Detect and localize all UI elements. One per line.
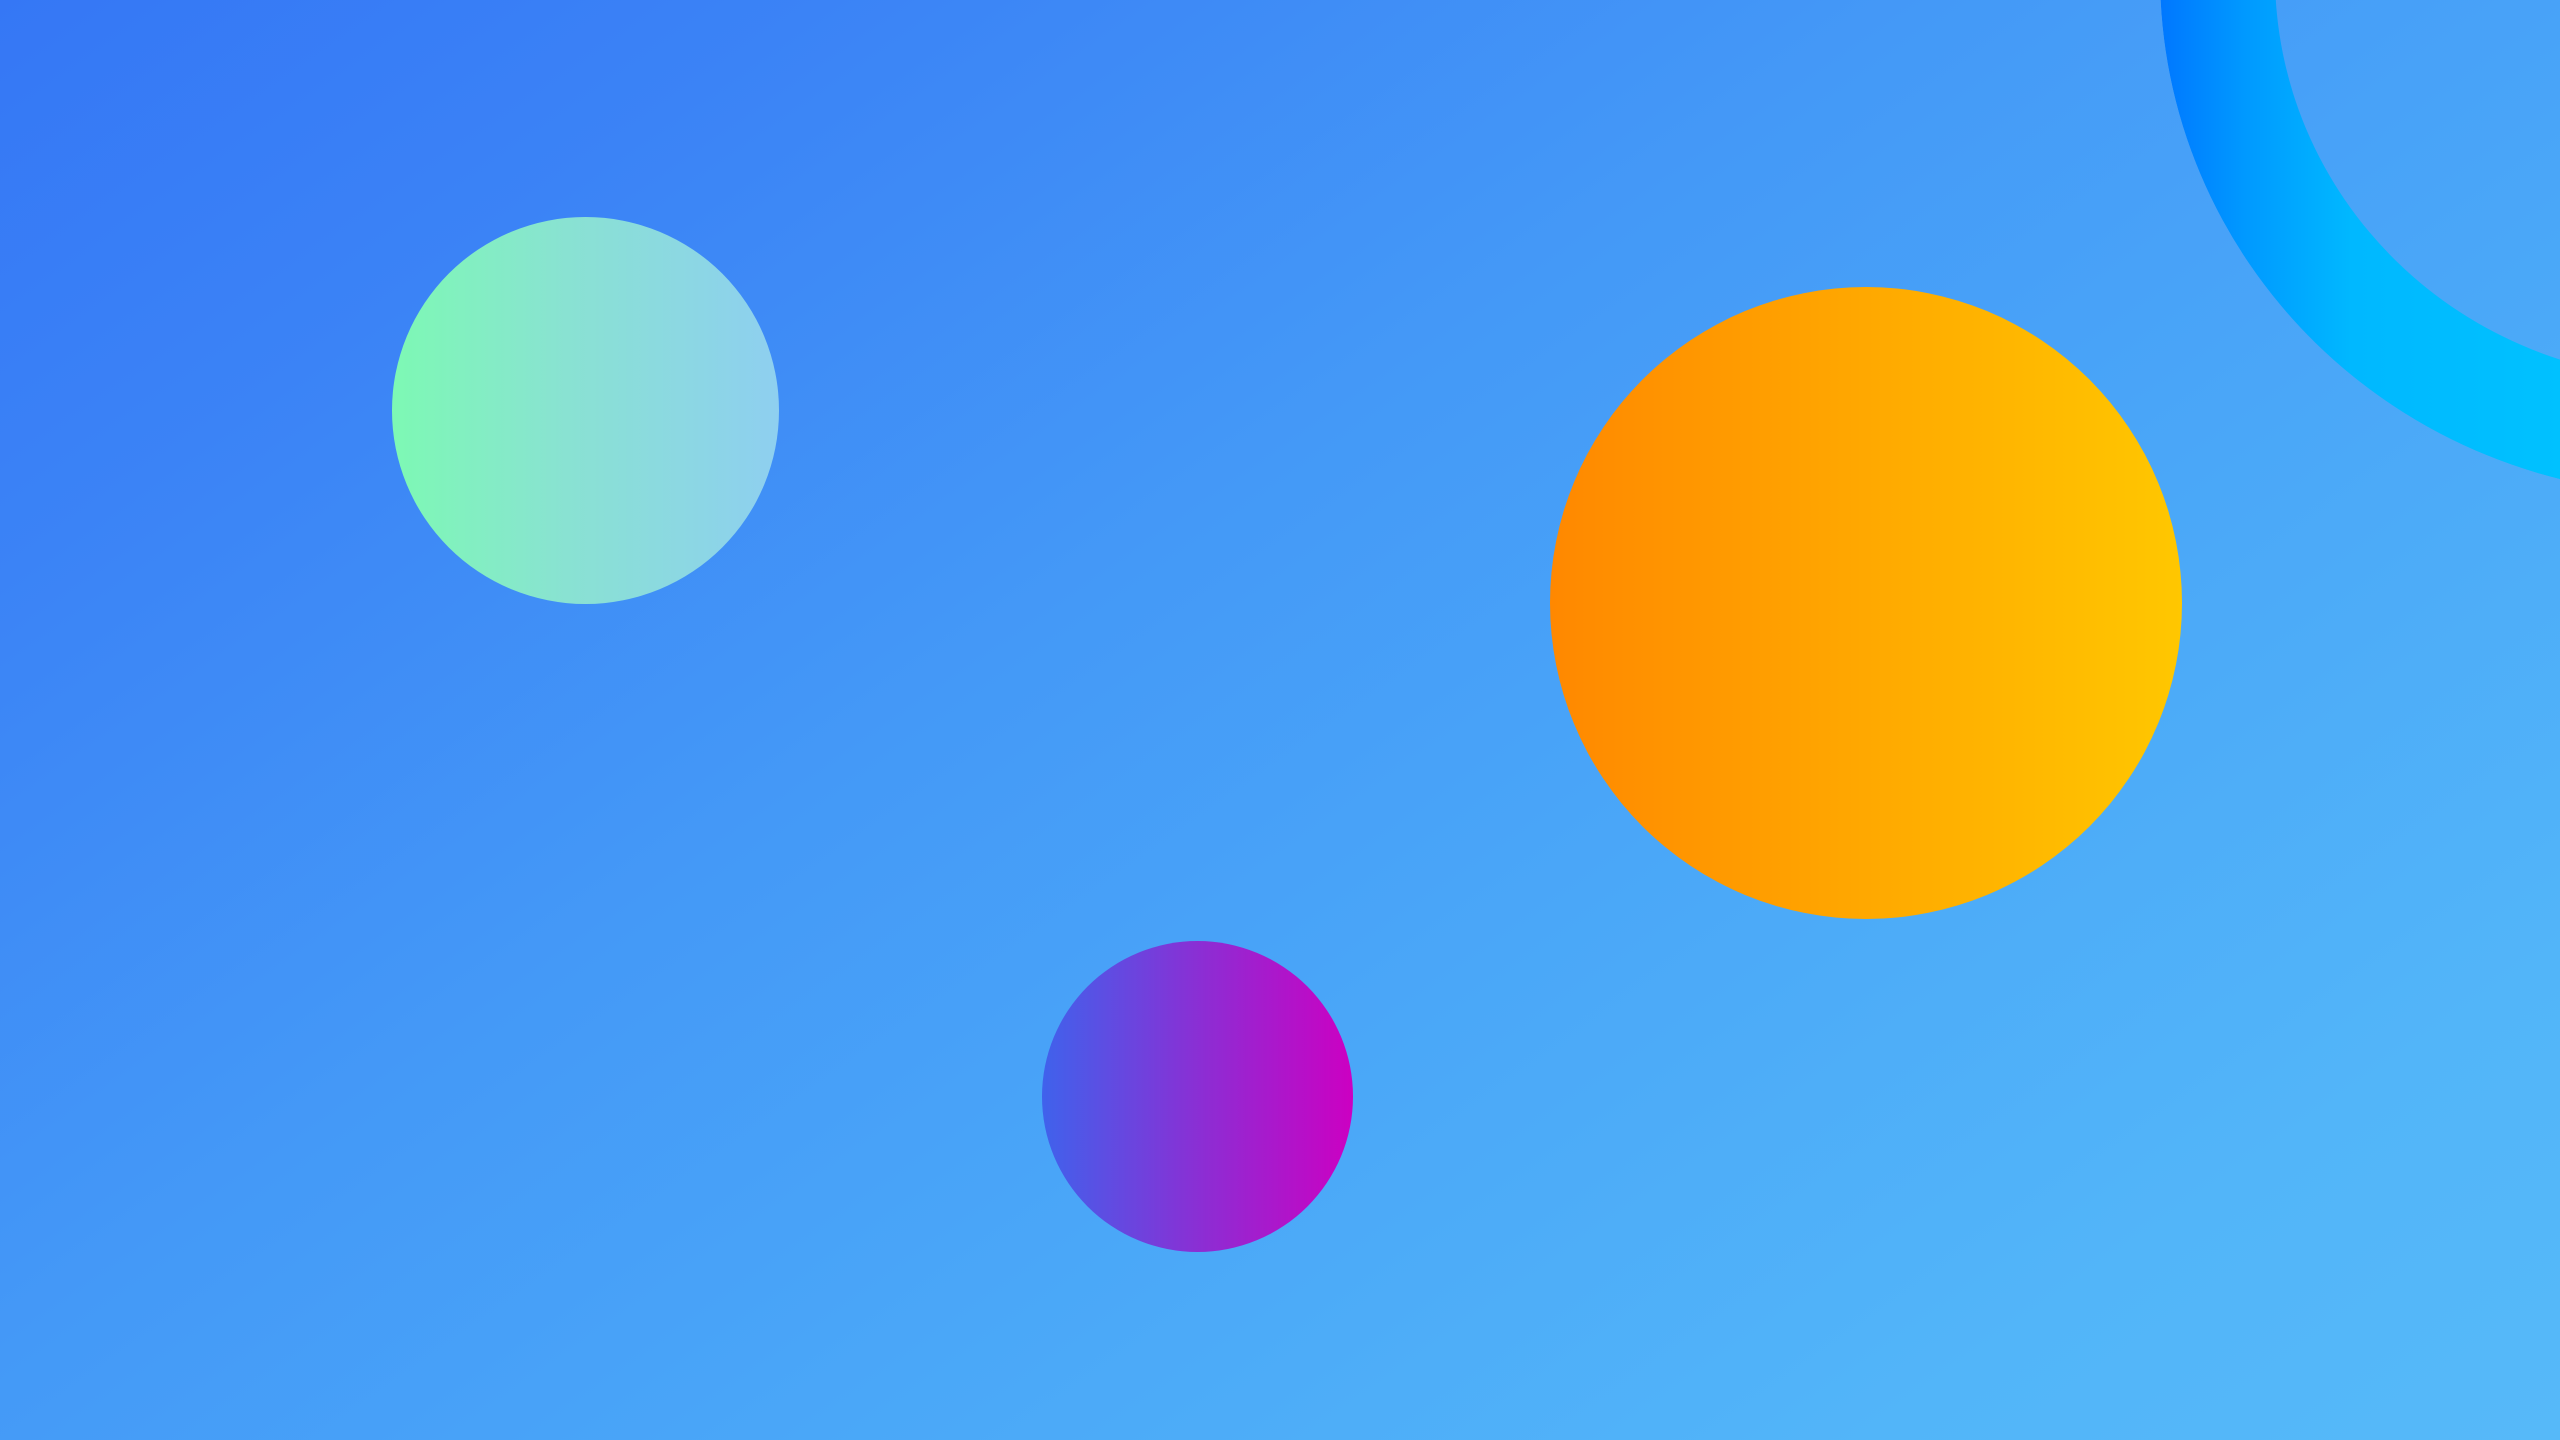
wallpaper-orange-circle (1550, 287, 2182, 919)
desktop-wallpaper[interactable] (0, 0, 2560, 1440)
wallpaper-mint-circle (392, 217, 779, 604)
wallpaper-magenta-circle (1042, 941, 1353, 1252)
wallpaper-blue-ring (2160, 0, 2560, 495)
